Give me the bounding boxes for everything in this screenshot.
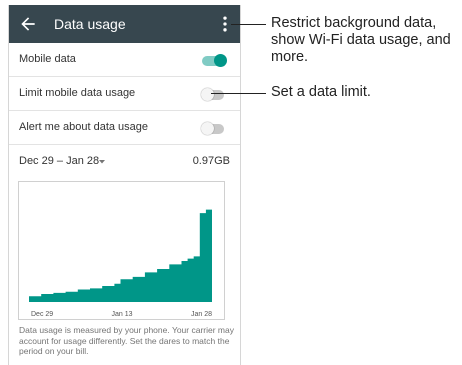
- toggle-thumb: [214, 54, 227, 67]
- limit-mobile-data-label: Limit mobile data usage: [19, 87, 136, 99]
- cycle-row: Dec 29 – Jan 28 0.97GB: [9, 145, 240, 179]
- mobile-data-row[interactable]: Mobile data: [9, 43, 240, 77]
- mobile-data-toggle[interactable]: [201, 54, 227, 67]
- limit-mobile-data-toggle[interactable]: [201, 88, 227, 101]
- x-tick-label: Jan 28: [191, 311, 212, 318]
- page-title: Data usage: [54, 16, 126, 32]
- callout-limit-text: Set a data limit.: [271, 84, 371, 100]
- alert-data-usage-label: Alert me about data usage: [19, 121, 149, 133]
- toggle-thumb: [201, 88, 214, 101]
- x-axis-ticks: Dec 29 Jan 13 Jan 28: [31, 311, 212, 318]
- arrow-back-icon[interactable]: [18, 14, 38, 34]
- callout-line-limit: [211, 93, 266, 94]
- callout-overflow-text: Restrict background data, show Wi-Fi dat…: [271, 15, 451, 65]
- usage-chart: Dec 29 Jan 13 Jan 28: [18, 181, 225, 320]
- app-bar: Data usage: [9, 5, 240, 43]
- alert-data-usage-toggle[interactable]: [201, 122, 227, 135]
- x-tick-label: Dec 29: [31, 311, 53, 318]
- usage-area: [29, 209, 212, 302]
- dropdown-caret-icon[interactable]: [98, 159, 106, 165]
- phone-screen: Data usage Mobile data Limit mobile data…: [8, 5, 241, 365]
- cycle-usage-value: 0.97GB: [192, 155, 230, 167]
- mobile-data-label: Mobile data: [19, 53, 76, 65]
- x-tick-label: Jan 13: [111, 311, 132, 318]
- alert-data-usage-row[interactable]: Alert me about data usage: [9, 111, 240, 145]
- footnote-text: Data usage is measured by your phone. Yo…: [19, 325, 234, 356]
- toggle-thumb: [201, 122, 214, 135]
- usage-chart-svg: Dec 29 Jan 13 Jan 28: [29, 209, 212, 318]
- limit-mobile-data-row[interactable]: Limit mobile data usage: [9, 77, 240, 111]
- callout-line-overflow: [231, 24, 266, 25]
- cycle-range-dropdown[interactable]: Dec 29 – Jan 28: [19, 155, 99, 167]
